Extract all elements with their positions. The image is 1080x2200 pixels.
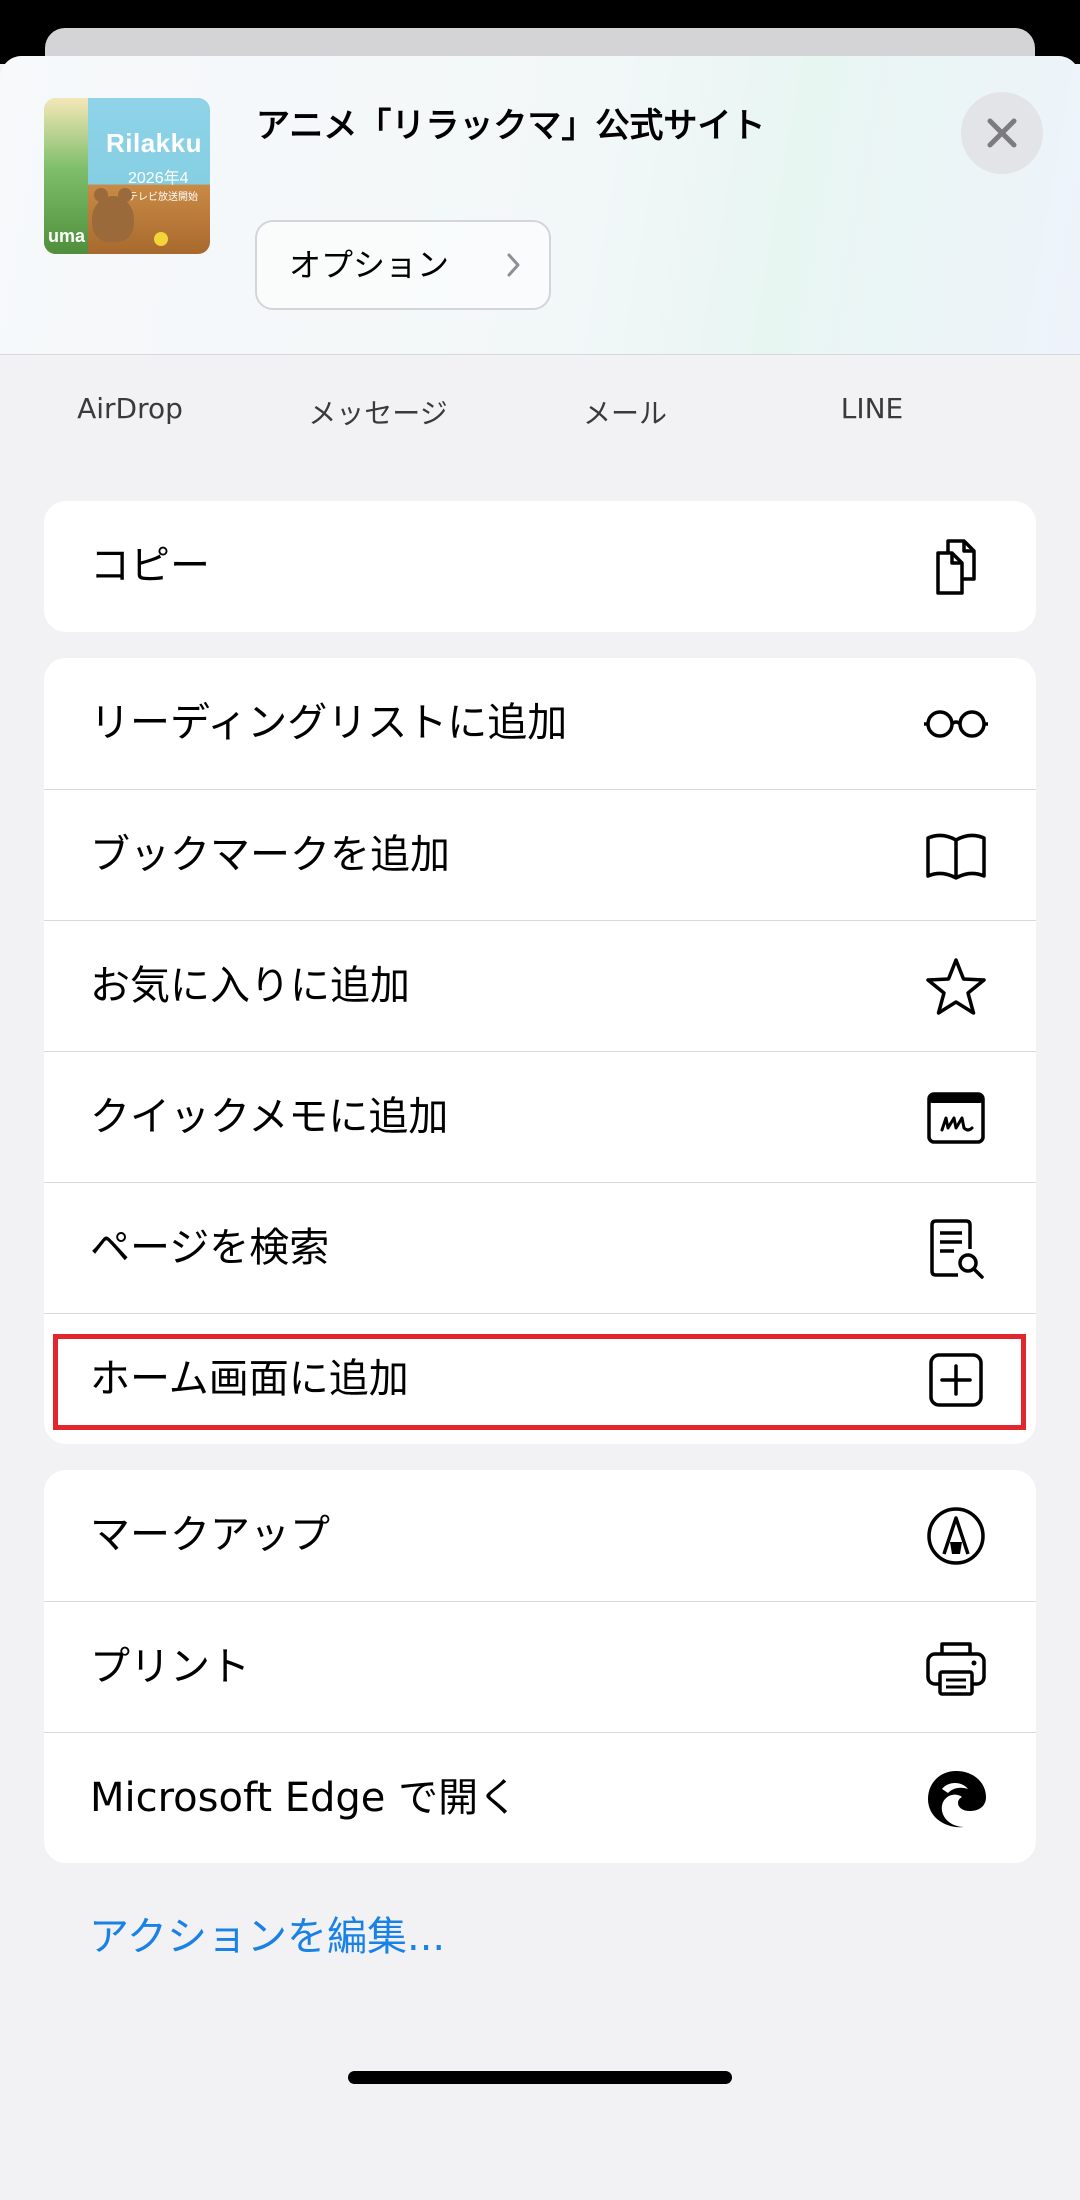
thumbnail-note: テレビ放送開始: [128, 192, 198, 203]
page-title: アニメ「リラックマ」公式サイト: [256, 106, 766, 146]
action-copy[interactable]: コピー: [44, 501, 1036, 632]
glasses-icon: [924, 710, 988, 738]
copy-group: コピー: [44, 501, 1036, 632]
action-add-bookmark[interactable]: ブックマークを追加: [44, 789, 1036, 920]
edit-actions-link[interactable]: アクションを編集...: [89, 1904, 445, 1962]
printer-icon: [926, 1642, 986, 1696]
more-actions-group: マークアップ プリント Microsoft Edge で開く: [44, 1470, 1036, 1863]
find-on-page-icon: [930, 1219, 984, 1279]
share-sheet: AirDrop メッセージ メール LINE Rilakku 2026年4 テレ…: [0, 56, 1080, 2200]
action-quick-note[interactable]: クイックメモに追加: [44, 1051, 1036, 1182]
action-print[interactable]: プリント: [44, 1601, 1036, 1732]
action-label: クイックメモに追加: [90, 1094, 449, 1140]
action-label: コピー: [90, 543, 210, 589]
edge-icon: [928, 1771, 986, 1828]
close-button[interactable]: [961, 92, 1043, 174]
thumbnail-title: Rilakku: [106, 128, 202, 158]
page-thumbnail: Rilakku 2026年4 テレビ放送開始 uma: [44, 98, 210, 254]
airdrop-label: AirDrop: [77, 392, 183, 425]
action-label: お気に入りに追加: [90, 963, 410, 1009]
mail-label: メール: [582, 397, 667, 430]
action-open-in-edge[interactable]: Microsoft Edge で開く: [44, 1732, 1036, 1863]
action-add-favorite[interactable]: お気に入りに追加: [44, 920, 1036, 1051]
book-icon: [926, 833, 986, 880]
action-label: ブックマークを追加: [90, 832, 450, 878]
thumbnail-date: 2026年4: [128, 170, 189, 187]
highlight-frame: [53, 1334, 1026, 1430]
action-label: ページを検索: [90, 1225, 330, 1271]
messages-label: メッセージ: [308, 397, 448, 430]
action-markup[interactable]: マークアップ: [44, 1470, 1036, 1601]
actions-group: リーディングリストに追加 ブックマークを追加 お気に入りに追加 クイックメモに追…: [44, 658, 1036, 1444]
thumbnail-bottom-text: uma: [48, 226, 86, 246]
close-icon: [987, 118, 1017, 148]
bear-illustration: [92, 188, 134, 242]
action-label: マークアップ: [90, 1512, 330, 1558]
line-label: LINE: [840, 392, 904, 425]
star-icon: [926, 958, 986, 1015]
action-label: リーディングリストに追加: [90, 700, 568, 746]
markup-icon: [927, 1507, 985, 1565]
copy-icon: [936, 539, 976, 595]
action-find-on-page[interactable]: ページを検索: [44, 1182, 1036, 1313]
action-label: Microsoft Edge で開く: [90, 1775, 519, 1821]
action-reading-list[interactable]: リーディングリストに追加: [44, 658, 1036, 789]
chevron-right-icon: [505, 222, 523, 342]
action-label: プリント: [90, 1644, 250, 1690]
home-indicator: [348, 2071, 732, 2084]
options-label: オプション: [289, 246, 450, 284]
options-button[interactable]: オプション: [255, 220, 551, 310]
quick-note-icon: [927, 1092, 985, 1144]
chick-illustration: [154, 232, 168, 246]
share-header: Rilakku 2026年4 テレビ放送開始 uma アニメ「リラックマ」公式サ…: [0, 56, 1080, 355]
